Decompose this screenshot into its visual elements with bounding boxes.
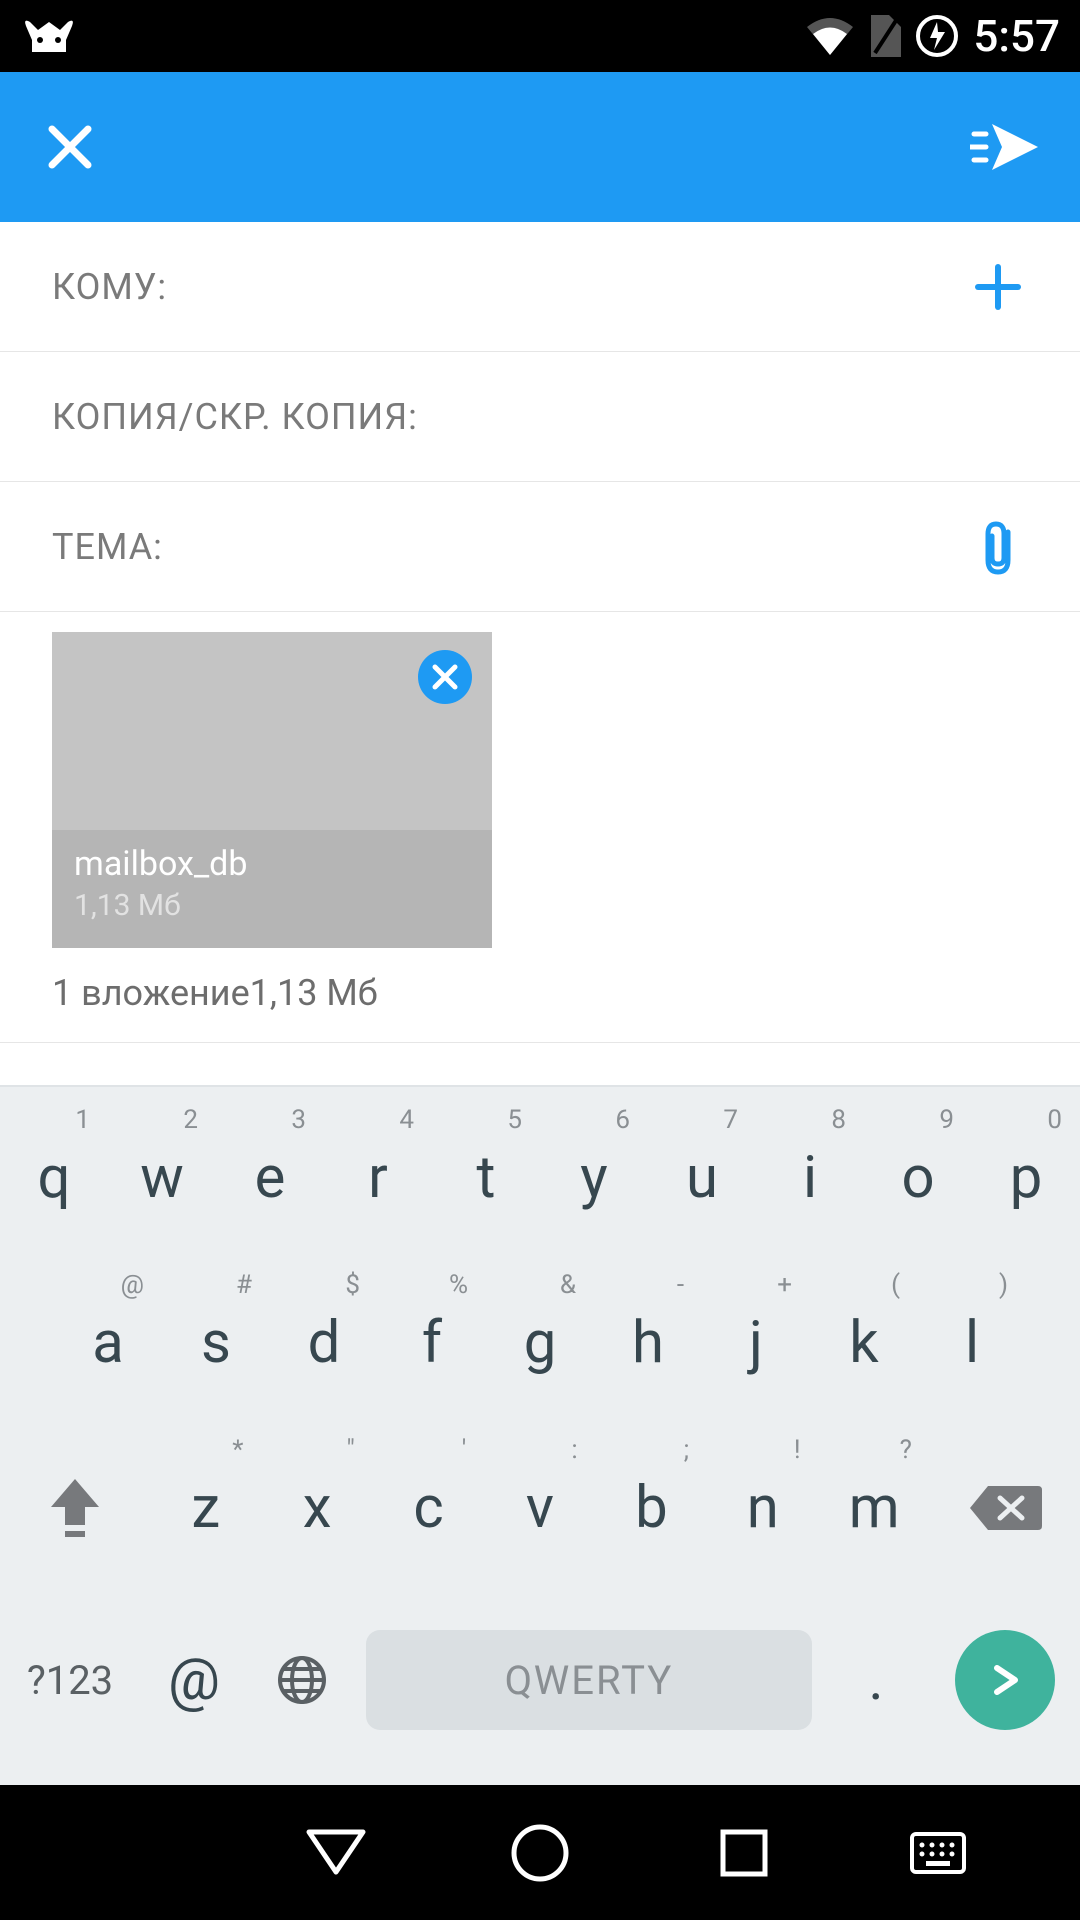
key-hint: 1 xyxy=(75,1105,90,1135)
key-hint: 4 xyxy=(399,1105,414,1135)
shift-key[interactable] xyxy=(0,1425,150,1590)
key-p[interactable]: p0 xyxy=(972,1095,1080,1260)
key-hint: ' xyxy=(462,1435,467,1465)
key-w[interactable]: w2 xyxy=(108,1095,216,1260)
add-recipient-button[interactable] xyxy=(968,257,1028,317)
backspace-key[interactable] xyxy=(930,1425,1080,1590)
key-hint: ) xyxy=(999,1270,1008,1300)
key-b[interactable]: b; xyxy=(596,1425,707,1590)
key-hint: 9 xyxy=(939,1105,954,1135)
key-hint: ! xyxy=(794,1435,801,1465)
key-hint: @ xyxy=(121,1270,144,1300)
key-c[interactable]: c' xyxy=(373,1425,484,1590)
home-nav-button[interactable] xyxy=(500,1813,580,1893)
key-hint: : xyxy=(571,1435,577,1465)
key-o[interactable]: o9 xyxy=(864,1095,972,1260)
status-bar: 5:57 xyxy=(0,0,1080,72)
key-hint: & xyxy=(560,1270,576,1300)
cc-bcc-field[interactable]: КОПИЯ/СКР. КОПИЯ: xyxy=(0,352,1080,482)
key-hint: 5 xyxy=(507,1105,522,1135)
at-key[interactable]: @ xyxy=(140,1646,248,1714)
subject-label: ТЕМА: xyxy=(52,526,163,568)
to-field[interactable]: КОМУ: xyxy=(0,222,1080,352)
attach-button[interactable] xyxy=(968,517,1028,577)
close-button[interactable] xyxy=(40,117,100,177)
key-u[interactable]: u7 xyxy=(648,1095,756,1260)
keyboard-toggle-button[interactable] xyxy=(908,1823,968,1883)
language-key[interactable] xyxy=(248,1654,356,1706)
key-t[interactable]: t5 xyxy=(432,1095,540,1260)
key-hint: 6 xyxy=(615,1105,630,1135)
to-label: КОМУ: xyxy=(52,266,167,308)
key-hint: ? xyxy=(900,1435,912,1465)
key-s[interactable]: s# xyxy=(162,1260,270,1425)
back-nav-button[interactable] xyxy=(296,1813,376,1893)
key-hint: 8 xyxy=(831,1105,846,1135)
key-j[interactable]: j+ xyxy=(702,1260,810,1425)
key-n[interactable]: n! xyxy=(707,1425,818,1590)
remove-attachment-button[interactable] xyxy=(418,650,472,704)
key-hint: - xyxy=(677,1270,684,1300)
os-logo-icon xyxy=(20,16,78,56)
key-q[interactable]: q1 xyxy=(0,1095,108,1260)
key-h[interactable]: h- xyxy=(594,1260,702,1425)
status-time: 5:57 xyxy=(973,10,1060,62)
key-f[interactable]: f% xyxy=(378,1260,486,1425)
key-k[interactable]: k( xyxy=(810,1260,918,1425)
period-key[interactable]: . xyxy=(822,1646,930,1714)
key-i[interactable]: i8 xyxy=(756,1095,864,1260)
key-hint: ( xyxy=(891,1270,900,1300)
key-hint: * xyxy=(232,1435,243,1465)
attachment-size: 1,13 Мб xyxy=(74,888,470,923)
enter-key[interactable] xyxy=(930,1630,1080,1730)
key-m[interactable]: m? xyxy=(819,1425,930,1590)
subject-field[interactable]: ТЕМА: xyxy=(0,482,1080,612)
key-hint: 2 xyxy=(183,1105,198,1135)
power-icon xyxy=(915,14,959,58)
key-x[interactable]: x" xyxy=(261,1425,372,1590)
space-key[interactable]: QWERTY xyxy=(356,1630,822,1730)
key-hint: # xyxy=(236,1270,252,1300)
message-body-input[interactable] xyxy=(0,1043,1080,1085)
symbols-key[interactable]: ?123 xyxy=(0,1657,140,1704)
key-g[interactable]: g& xyxy=(486,1260,594,1425)
sim-icon xyxy=(867,15,901,57)
compose-app-bar xyxy=(0,72,1080,222)
key-l[interactable]: l) xyxy=(918,1260,1026,1425)
key-z[interactable]: z* xyxy=(150,1425,261,1590)
key-hint: $ xyxy=(345,1270,360,1300)
attachment-summary: 1 вложение1,13 Мб xyxy=(52,972,1028,1014)
key-a[interactable]: a@ xyxy=(54,1260,162,1425)
navigation-bar xyxy=(0,1785,1080,1920)
key-hint: " xyxy=(347,1435,355,1465)
key-hint: 7 xyxy=(723,1105,738,1135)
key-hint: 0 xyxy=(1047,1105,1062,1135)
recent-nav-button[interactable] xyxy=(704,1813,784,1893)
cc-bcc-label: КОПИЯ/СКР. КОПИЯ: xyxy=(52,396,418,438)
attachment-card[interactable]: mailbox_db 1,13 Мб xyxy=(52,632,492,948)
key-y[interactable]: y6 xyxy=(540,1095,648,1260)
wifi-icon xyxy=(807,17,853,55)
keyboard: q1w2e3r4t5y6u7i8o9p0 a@s#d$f%g&h-j+k(l) … xyxy=(0,1085,1080,1785)
key-hint: + xyxy=(777,1270,792,1300)
attachment-area: mailbox_db 1,13 Мб 1 вложение1,13 Мб xyxy=(0,612,1080,1043)
key-v[interactable]: v: xyxy=(484,1425,595,1590)
key-r[interactable]: r4 xyxy=(324,1095,432,1260)
space-label: QWERTY xyxy=(366,1630,812,1730)
key-hint: 3 xyxy=(291,1105,306,1135)
send-button[interactable] xyxy=(970,112,1040,182)
key-e[interactable]: e3 xyxy=(216,1095,324,1260)
key-d[interactable]: d$ xyxy=(270,1260,378,1425)
key-hint: ; xyxy=(684,1435,690,1465)
attachment-name: mailbox_db xyxy=(74,844,470,884)
key-hint: % xyxy=(449,1270,468,1300)
